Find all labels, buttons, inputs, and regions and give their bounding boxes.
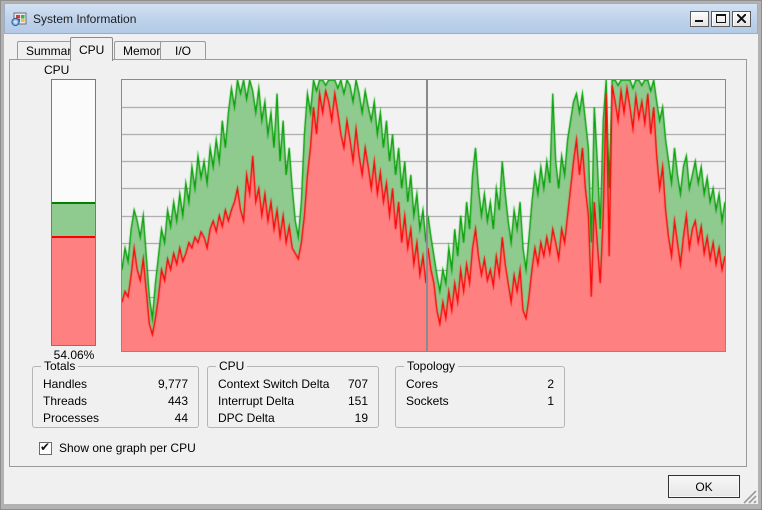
close-button[interactable]	[732, 11, 751, 27]
tab-io[interactable]: I/O	[160, 41, 206, 60]
dpc-delta-label: DPC Delta	[218, 411, 275, 426]
topology-group-title: Topology	[404, 359, 458, 373]
tab-cpu-label: CPU	[79, 43, 104, 57]
checkbox-box[interactable]	[39, 442, 52, 455]
handles-label: Handles	[43, 377, 87, 392]
checkbox-label: Show one graph per CPU	[59, 441, 196, 455]
cpu-tab-page: CPU 54.06% Totals Handles 9,777 Threads …	[9, 59, 747, 467]
cpu-gauge-label: CPU	[44, 63, 69, 77]
gauge-kernel-segment	[52, 236, 95, 345]
cpu-usage-gauge	[51, 79, 96, 346]
handles-value: 9,777	[158, 377, 188, 392]
cpu-row-dpc: DPC Delta 19	[218, 411, 368, 426]
context-switch-delta-label: Context Switch Delta	[218, 377, 329, 392]
totals-groupbox: Totals Handles 9,777 Threads 443 Process…	[32, 366, 199, 428]
totals-group-title: Totals	[41, 359, 78, 373]
cpu-row-interrupt: Interrupt Delta 151	[218, 394, 368, 409]
window-title: System Information	[33, 12, 690, 26]
threads-value: 443	[168, 394, 188, 409]
ok-button[interactable]: OK	[668, 475, 740, 498]
system-information-window: System Information Summary CPU Memory I/…	[0, 0, 762, 510]
cpu0-history-graph	[121, 79, 427, 352]
processes-label: Processes	[43, 411, 99, 426]
context-switch-delta-value: 707	[348, 377, 368, 392]
close-icon	[737, 14, 746, 23]
processes-value: 44	[175, 411, 188, 426]
maximize-button[interactable]	[711, 11, 730, 27]
totals-row-handles: Handles 9,777	[43, 377, 188, 392]
topology-groupbox: Topology Cores 2 Sockets 1	[395, 366, 565, 428]
minimize-icon	[695, 14, 704, 23]
sockets-value: 1	[547, 394, 554, 409]
sockets-label: Sockets	[406, 394, 449, 409]
cpu-groupbox: CPU Context Switch Delta 707 Interrupt D…	[207, 366, 379, 428]
cpu-group-title: CPU	[216, 359, 247, 373]
topology-row-sockets: Sockets 1	[406, 394, 554, 409]
cpu1-history-graph	[427, 79, 726, 352]
system-info-icon	[11, 11, 27, 27]
dialog-client-area: Summary CPU Memory I/O CPU 54.06% Totals…	[4, 34, 758, 504]
minimize-button[interactable]	[690, 11, 709, 27]
totals-row-processes: Processes 44	[43, 411, 188, 426]
show-one-graph-per-cpu-checkbox[interactable]: Show one graph per CPU	[39, 441, 196, 455]
topology-row-cores: Cores 2	[406, 377, 554, 392]
cores-label: Cores	[406, 377, 438, 392]
tab-cpu[interactable]: CPU	[70, 37, 113, 61]
interrupt-delta-value: 151	[348, 394, 368, 409]
tab-io-label: I/O	[175, 44, 191, 58]
cores-value: 2	[547, 377, 554, 392]
cpu-row-context-switch: Context Switch Delta 707	[218, 377, 368, 392]
maximize-icon	[716, 14, 726, 23]
totals-row-threads: Threads 443	[43, 394, 188, 409]
threads-label: Threads	[43, 394, 87, 409]
resize-grip[interactable]	[743, 490, 757, 504]
ok-button-label: OK	[695, 480, 712, 494]
title-bar[interactable]: System Information	[4, 3, 758, 34]
dpc-delta-value: 19	[355, 411, 368, 426]
interrupt-delta-label: Interrupt Delta	[218, 394, 294, 409]
